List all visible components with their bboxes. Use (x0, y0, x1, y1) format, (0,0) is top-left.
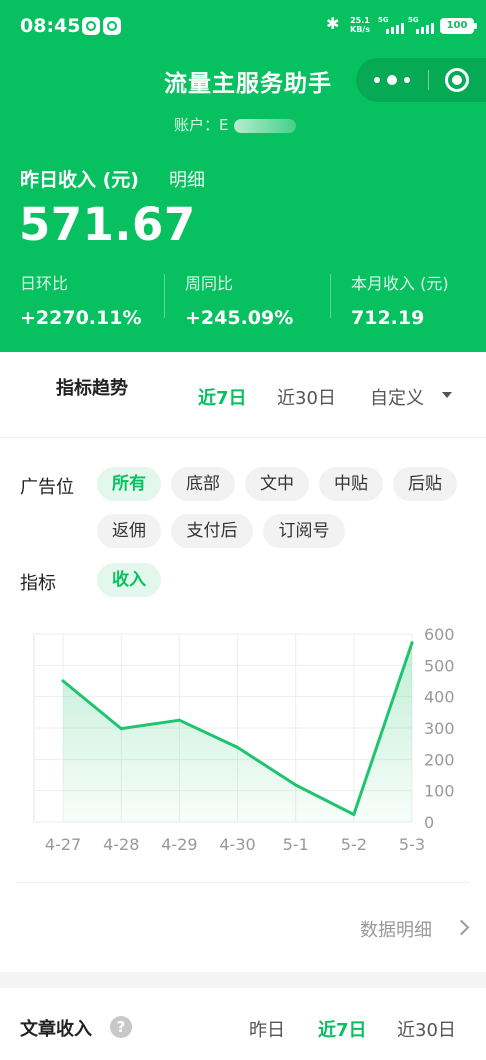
chip-mid-roll[interactable]: 中贴 (319, 467, 383, 501)
mini-program-capsule (356, 58, 486, 102)
bluetooth-icon: ✱ (326, 14, 340, 33)
y-tick-label: 200 (424, 750, 455, 769)
tab-7-days[interactable]: 近7日 (198, 384, 247, 410)
article-income-card: 文章收入 ? 昨日 近7日 近30日 (0, 988, 486, 1060)
battery-icon: 100 (440, 18, 477, 34)
account-label: 账户：E (174, 116, 229, 134)
signal-icon-2: 5G (408, 16, 438, 36)
stat-divider (164, 274, 165, 318)
header: 08:45 ✱ 25.1 KB/s 5G 5G 100 流量主服务助手 账户：E… (0, 0, 486, 352)
more-icon[interactable] (374, 74, 410, 86)
metric-label: 指标 (20, 573, 56, 594)
ad-position-label: 广告位 (20, 477, 74, 498)
chip-bottom[interactable]: 底部 (171, 467, 235, 501)
income-point (294, 783, 298, 787)
x-tick-label: 4-29 (161, 835, 197, 854)
x-tick-label: 5-2 (341, 835, 367, 854)
close-mini-program-icon[interactable] (445, 68, 469, 92)
chip-after-payment[interactable]: 支付后 (171, 514, 253, 548)
stat-divider (330, 274, 331, 318)
article-tab-7-days[interactable]: 近7日 (318, 1016, 367, 1042)
x-tick-label: 4-30 (219, 835, 255, 854)
stat-label: 日环比 (20, 274, 69, 293)
signal-icon-1: 5G (378, 16, 408, 36)
chip-subscription[interactable]: 订阅号 (263, 514, 345, 548)
chevron-right-icon[interactable] (453, 919, 470, 936)
x-tick-label: 5-1 (283, 835, 309, 854)
stat-value: +245.09% (185, 307, 294, 329)
account-info: 账户：E (174, 114, 297, 135)
chip-post-roll[interactable]: 后贴 (393, 467, 457, 501)
stat-label: 本月收入 (元) (351, 274, 449, 293)
detail-link[interactable]: 明细 (169, 166, 205, 192)
income-point (177, 718, 181, 722)
y-tick-label: 600 (424, 625, 455, 644)
x-tick-label: 4-27 (45, 835, 81, 854)
status-bar: 08:45 ✱ 25.1 KB/s 5G 5G 100 (0, 0, 486, 52)
y-tick-label: 500 (424, 656, 455, 675)
income-point (119, 727, 123, 731)
income-trend-chart: 0 100 200 300 400 500 600 4-27 4-28 4-29 4-30 5-1 5-… (0, 614, 486, 864)
chip-all[interactable]: 所有 (97, 467, 161, 501)
notification-paw-icon (103, 17, 121, 35)
stat-value: 712.19 (351, 307, 425, 329)
net-speed: 25.1 KB/s (350, 16, 370, 34)
y-tick-label: 300 (424, 719, 455, 738)
help-icon[interactable]: ? (110, 1016, 132, 1038)
income-point (236, 745, 240, 749)
trend-title: 指标趋势 (56, 378, 128, 399)
chip-in-article[interactable]: 文中 (245, 467, 309, 501)
trend-tabs-row: 指标趋势 近7日 近30日 自定义 (0, 352, 486, 438)
chip-income[interactable]: 收入 (97, 563, 161, 597)
article-tab-30-days[interactable]: 近30日 (397, 1016, 456, 1042)
account-mask (234, 118, 297, 133)
y-tick-label: 100 (424, 782, 455, 801)
data-detail-link[interactable]: 数据明细 (360, 916, 432, 942)
stat-week-over-week: 周同比 +245.09% (185, 270, 293, 329)
article-tab-yesterday[interactable]: 昨日 (249, 1016, 285, 1042)
y-tick-label: 400 (424, 688, 455, 707)
stat-month-income: 本月收入 (元) 712.19 (351, 270, 449, 329)
net-speed-value: 25.1 (350, 16, 370, 25)
article-income-title: 文章收入 (20, 1019, 92, 1040)
chip-rebate[interactable]: 返佣 (97, 514, 161, 548)
chevron-down-icon[interactable] (442, 392, 452, 398)
income-point (352, 812, 356, 816)
income-point (410, 641, 414, 645)
yesterday-income-value: 571.67 (19, 198, 196, 251)
net-speed-unit: KB/s (350, 25, 370, 34)
notification-app-icon (82, 17, 100, 35)
status-time: 08:45 (20, 15, 81, 37)
trend-card: 指标趋势 近7日 近30日 自定义 广告位 所有 底部 文中 中贴 后贴 返佣 … (0, 352, 486, 972)
stat-day-over-day: 日环比 +2270.11% (20, 270, 142, 329)
section-divider (16, 882, 470, 883)
y-tick-label: 0 (424, 813, 434, 832)
chart-svg: 0 100 200 300 400 500 600 4-27 4-28 4-29 4-30 5-1 5-… (33, 625, 455, 854)
x-tick-label: 4-28 (103, 835, 139, 854)
income-point (61, 679, 65, 683)
stat-value: +2270.11% (20, 307, 142, 329)
tab-30-days[interactable]: 近30日 (277, 384, 336, 410)
capsule-divider (428, 70, 429, 90)
tab-custom[interactable]: 自定义 (370, 384, 424, 410)
stat-label: 周同比 (185, 274, 234, 293)
x-tick-label: 5-3 (399, 835, 425, 854)
yesterday-income-label: 昨日收入 (元) (20, 169, 139, 191)
